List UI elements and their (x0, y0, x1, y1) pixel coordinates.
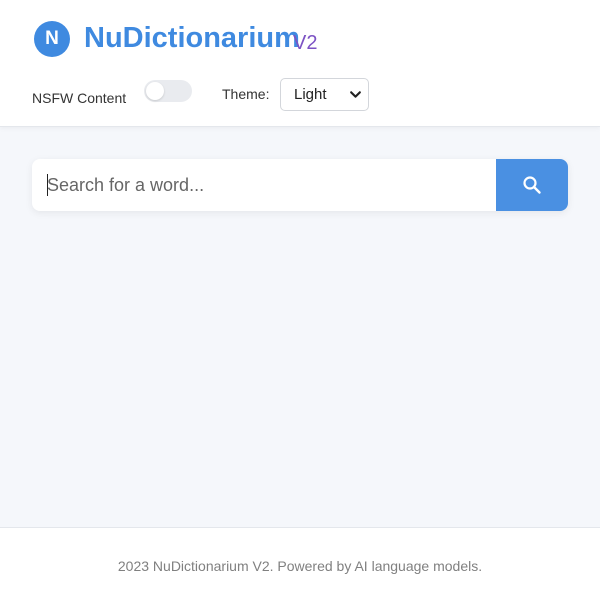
search-box (32, 159, 568, 211)
app-version: V2 (293, 32, 318, 54)
app-title: NuDictionarium (84, 22, 300, 54)
search-icon (523, 176, 541, 194)
toggle-knob (146, 82, 164, 100)
theme-label: Theme: (222, 86, 270, 102)
search-input[interactable] (32, 159, 496, 211)
app-footer: 2023 NuDictionarium V2. Powered by AI la… (0, 527, 600, 600)
theme-select-value: Light (294, 86, 327, 103)
logo-badge: N (34, 21, 70, 57)
nsfw-toggle[interactable] (144, 80, 192, 102)
theme-select[interactable]: Light (280, 78, 369, 111)
app-header: N NuDictionarium V2 NSFW Content Theme: … (0, 0, 600, 127)
footer-text: 2023 NuDictionarium V2. Powered by AI la… (117, 558, 483, 574)
chevron-down-icon (350, 91, 361, 98)
text-caret (47, 174, 48, 196)
search-button[interactable] (496, 159, 568, 211)
nsfw-label: NSFW Content (32, 90, 127, 106)
logo-letter: N (45, 28, 59, 49)
